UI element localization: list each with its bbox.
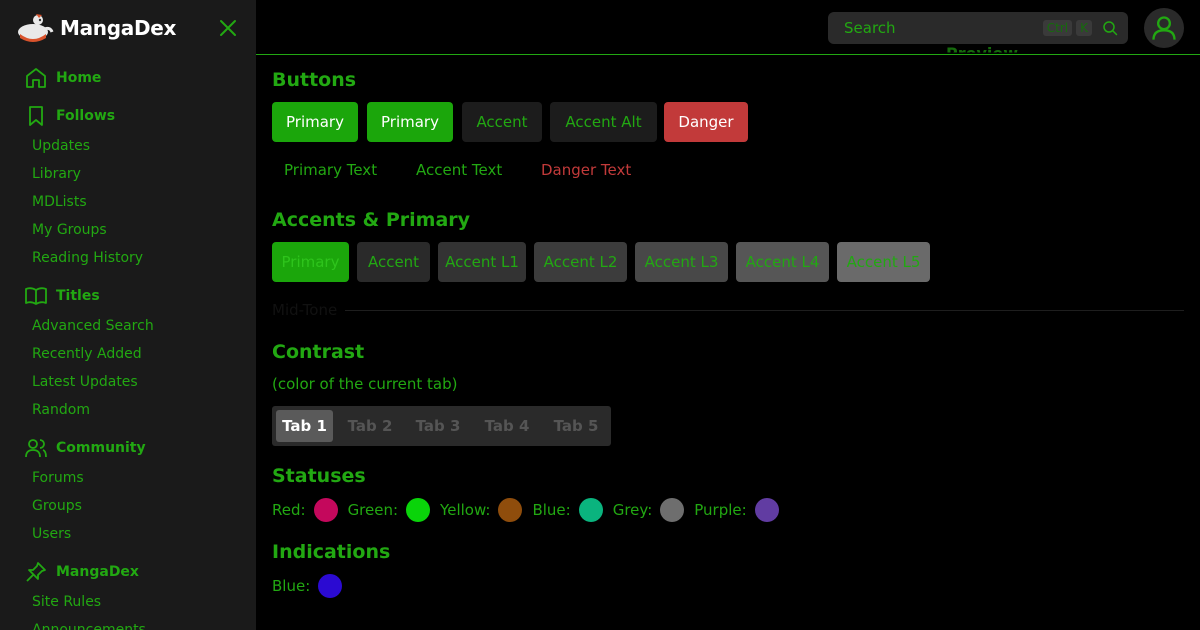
sidebar-item-advanced-search[interactable]: Advanced Search xyxy=(0,312,256,340)
accent-alt-button[interactable]: Accent Alt xyxy=(550,102,657,142)
sidebar-item-label: Follows xyxy=(56,108,116,124)
status-label-purple: Purple: xyxy=(694,501,747,519)
top-bar: Preview Ctrl K xyxy=(256,0,1200,55)
sidebar-item-users[interactable]: Users xyxy=(0,520,256,548)
user-icon xyxy=(1152,16,1176,40)
sidebar-item-reading-history[interactable]: Reading History xyxy=(0,244,256,272)
nav-group-follows: Follows Updates Library MDLists My Group… xyxy=(0,102,256,272)
section-title-contrast: Contrast xyxy=(272,341,365,363)
sidebar: MangaDex Home Follows Updates Library MD… xyxy=(0,0,256,630)
accent-button[interactable]: Accent xyxy=(462,102,542,142)
swatch-accent-l4[interactable]: Accent L4 xyxy=(736,242,829,282)
status-row: Red: Green: Yellow: Blue: Grey: Purple: xyxy=(272,497,789,523)
sidebar-item-my-groups[interactable]: My Groups xyxy=(0,216,256,244)
status-dot-grey xyxy=(660,498,685,522)
tab-bar: Tab 1 Tab 2 Tab 3 Tab 4 Tab 5 xyxy=(272,406,611,446)
sidebar-item-label: Home xyxy=(56,70,102,86)
mangadex-logo-icon xyxy=(18,14,54,42)
sidebar-item-follows[interactable]: Follows xyxy=(0,102,256,130)
brand[interactable]: MangaDex xyxy=(16,12,176,44)
theme-preview: Buttons Primary Primary Accent Accent Al… xyxy=(272,56,1184,630)
indication-dot-blue xyxy=(318,574,343,598)
midtone-divider: Mid-Tone xyxy=(272,300,1184,320)
nav-group-titles: Titles Advanced Search Recently Added La… xyxy=(0,282,256,424)
shortcut-key-ctrl: Ctrl xyxy=(1042,20,1073,36)
status-dot-green xyxy=(406,498,431,522)
tab-4[interactable]: Tab 4 xyxy=(477,410,537,442)
status-label-green: Green: xyxy=(347,501,399,519)
indication-label-blue: Blue: xyxy=(272,577,311,595)
brand-name: MangaDex xyxy=(60,16,177,40)
sidebar-item-recently-added[interactable]: Recently Added xyxy=(0,340,256,368)
danger-text-button[interactable]: Danger Text xyxy=(541,154,631,186)
sidebar-item-announcements[interactable]: Announcements xyxy=(0,616,256,630)
nav-group-home: Home xyxy=(0,64,256,92)
tab-1[interactable]: Tab 1 xyxy=(276,410,333,442)
accent-text-button[interactable]: Accent Text xyxy=(416,154,502,186)
primary-text-button[interactable]: Primary Text xyxy=(284,154,377,186)
sidebar-item-forums[interactable]: Forums xyxy=(0,464,256,492)
status-dot-yellow xyxy=(498,498,523,522)
section-title-accents: Accents & Primary xyxy=(272,209,471,231)
tab-3[interactable]: Tab 3 xyxy=(409,410,467,442)
sidebar-item-home[interactable]: Home xyxy=(0,64,256,92)
sidebar-item-mangadex[interactable]: MangaDex xyxy=(0,558,256,586)
sidebar-item-mdlists[interactable]: MDLists xyxy=(0,188,256,216)
status-label-blue: Blue: xyxy=(532,501,571,519)
swatch-accent-l5[interactable]: Accent L5 xyxy=(837,242,930,282)
sidebar-item-library[interactable]: Library xyxy=(0,160,256,188)
status-dot-purple xyxy=(754,498,779,522)
status-label-yellow: Yellow: xyxy=(440,501,491,519)
search-input[interactable] xyxy=(844,19,1039,37)
sidebar-item-label: MangaDex xyxy=(56,564,139,580)
tab-2[interactable]: Tab 2 xyxy=(341,410,399,442)
sidebar-item-label: Titles xyxy=(56,288,100,304)
section-title-statuses: Statuses xyxy=(272,465,366,487)
shortcut-key-k: K xyxy=(1076,20,1092,36)
sidebar-item-community[interactable]: Community xyxy=(0,434,256,462)
swatch-accent-l1[interactable]: Accent L1 xyxy=(438,242,526,282)
close-sidebar-icon[interactable] xyxy=(216,16,240,40)
status-dot-blue xyxy=(578,498,603,522)
sidebar-item-titles[interactable]: Titles xyxy=(0,282,256,310)
swatch-accent[interactable]: Accent xyxy=(357,242,430,282)
status-label-grey: Grey: xyxy=(612,501,653,519)
book-open-icon xyxy=(24,284,48,308)
nav-group-mangadex: MangaDex Site Rules Announcements xyxy=(0,558,256,630)
primary-button-alt[interactable]: Primary xyxy=(367,102,453,142)
sidebar-item-label: Community xyxy=(56,440,146,456)
status-dot-red xyxy=(313,498,338,522)
danger-button[interactable]: Danger xyxy=(664,102,748,142)
sidebar-item-updates[interactable]: Updates xyxy=(0,132,256,160)
primary-button[interactable]: Primary xyxy=(272,102,358,142)
sidebar-item-site-rules[interactable]: Site Rules xyxy=(0,588,256,616)
user-avatar[interactable] xyxy=(1144,8,1184,48)
sidebar-nav: Home Follows Updates Library MDLists My … xyxy=(0,64,256,630)
home-icon xyxy=(24,66,48,90)
swatch-accent-l2[interactable]: Accent L2 xyxy=(534,242,627,282)
midtone-label: Mid-Tone xyxy=(272,301,338,319)
tab-5[interactable]: Tab 5 xyxy=(546,410,606,442)
bookmark-icon xyxy=(24,104,48,128)
pin-icon xyxy=(24,560,48,584)
swatch-primary[interactable]: Primary xyxy=(272,242,349,282)
divider-line xyxy=(345,309,1184,311)
sidebar-item-latest-updates[interactable]: Latest Updates xyxy=(0,368,256,396)
search-icon[interactable] xyxy=(1102,20,1118,36)
indication-row: Blue: xyxy=(272,573,352,599)
section-title-buttons: Buttons xyxy=(272,69,357,91)
sidebar-item-groups[interactable]: Groups xyxy=(0,492,256,520)
search-bar[interactable]: Ctrl K xyxy=(828,12,1128,44)
users-icon xyxy=(24,436,48,460)
swatch-accent-l3[interactable]: Accent L3 xyxy=(635,242,728,282)
section-title-indications: Indications xyxy=(272,541,391,563)
sidebar-item-random[interactable]: Random xyxy=(0,396,256,424)
contrast-subtitle: (color of the current tab) xyxy=(272,375,458,393)
status-label-red: Red: xyxy=(272,501,306,519)
nav-group-community: Community Forums Groups Users xyxy=(0,434,256,548)
